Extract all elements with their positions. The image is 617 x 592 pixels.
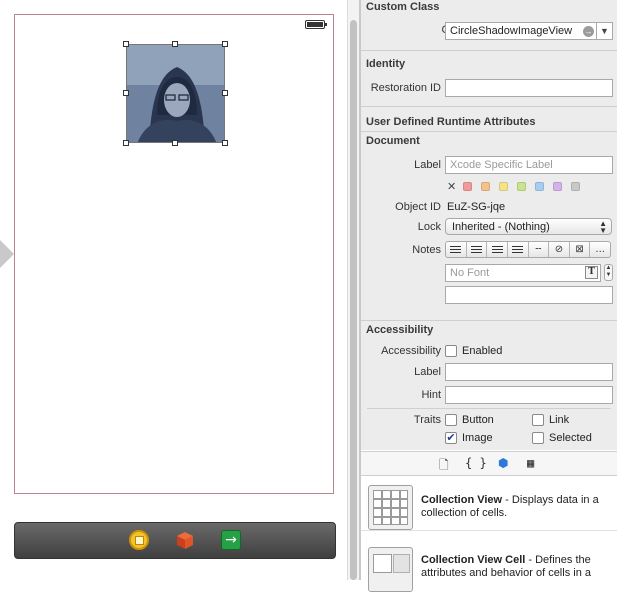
view-controller-scene[interactable]	[14, 14, 334, 494]
collection-view-cell-icon	[368, 547, 413, 592]
font-placeholder: No Font	[450, 267, 490, 279]
media-library-icon[interactable]: ▦	[527, 456, 534, 470]
object-library-list: Collection View - Displays data in a col…	[361, 476, 617, 592]
circle-shadow-image-view[interactable]	[126, 44, 225, 143]
identity-inspector: Custom Class Class CircleShadowImageView…	[361, 0, 617, 450]
class-dropdown-chevron-icon[interactable]: ▼	[596, 23, 612, 39]
scene-dock	[14, 522, 336, 559]
list-item-text: Collection View - Displays data in a col…	[421, 494, 613, 520]
resize-handle-right[interactable]	[222, 90, 228, 96]
align-justify-icon[interactable]	[508, 242, 529, 257]
canvas-scrollbar-thumb[interactable]	[350, 20, 357, 580]
divider	[367, 408, 611, 409]
custom-class-section-title: Custom Class	[366, 1, 440, 13]
label-color-orange[interactable]	[481, 182, 490, 191]
accessibility-section-title: Accessibility	[366, 324, 434, 336]
exit-icon[interactable]	[221, 530, 241, 550]
align-center-icon[interactable]	[467, 242, 488, 257]
first-responder-cube-icon[interactable]	[175, 530, 195, 550]
storyboard-canvas[interactable]	[0, 0, 347, 580]
canvas-scrollbar[interactable]	[347, 0, 359, 580]
list-item[interactable]: Collection View Cell - Defines the attri…	[361, 531, 617, 592]
identity-section-title: Identity	[366, 58, 406, 70]
code-snippet-icon[interactable]: { }	[465, 456, 487, 470]
trait-selected-label: Selected	[549, 432, 592, 444]
notes-text-field[interactable]	[445, 286, 613, 304]
lock-label: Lock	[417, 221, 441, 233]
resize-handle-bottom-left[interactable]	[123, 140, 129, 146]
view-controller-icon[interactable]	[129, 530, 149, 550]
object-id-label: Object ID	[395, 201, 441, 213]
battery-icon	[305, 20, 327, 29]
font-picker-icon[interactable]: T	[585, 266, 598, 279]
trait-link-checkbox[interactable]	[532, 414, 544, 426]
label-color-yellow[interactable]	[499, 182, 508, 191]
document-section-title: Document	[366, 135, 420, 147]
resize-handle-bottom[interactable]	[172, 140, 178, 146]
align-natural-icon[interactable]: ╌	[529, 242, 550, 257]
popup-arrows-icon: ▲ ▼	[599, 219, 607, 235]
collection-view-icon	[368, 485, 413, 530]
runtime-attributes-section-title: User Defined Runtime Attributes	[366, 116, 536, 128]
resize-handle-left[interactable]	[123, 90, 129, 96]
font-size-stepper[interactable]: ▲ ▼	[604, 264, 613, 281]
label-color-blue[interactable]	[535, 182, 544, 191]
divider	[361, 320, 617, 321]
label-color-purple[interactable]	[553, 182, 562, 191]
clear-label-color-icon[interactable]: ✕	[447, 180, 456, 193]
trait-selected-checkbox[interactable]	[532, 432, 544, 444]
trait-image-checkbox[interactable]: ✔	[445, 432, 457, 444]
divider	[361, 131, 617, 132]
resize-handle-top[interactable]	[172, 41, 178, 47]
resize-handle-top-left[interactable]	[123, 41, 129, 47]
label-color-gray[interactable]	[571, 182, 580, 191]
file-template-icon[interactable]: 🗋	[439, 456, 449, 477]
notes-label: Notes	[412, 244, 441, 256]
no-background-color-icon[interactable]: ⊠	[570, 242, 591, 257]
accessibility-label: Accessibility	[381, 345, 441, 357]
restoration-id-field[interactable]	[445, 79, 613, 97]
go-to-class-icon[interactable]: →	[583, 26, 594, 37]
accessibility-label-label: Label	[414, 366, 441, 378]
initial-scene-arrow-icon	[0, 240, 14, 268]
traits-label: Traits	[413, 414, 441, 426]
label-color-red[interactable]	[463, 182, 472, 191]
resize-handle-top-right[interactable]	[222, 41, 228, 47]
notes-format-segmented-control: ╌ ⊘ ⊠ ...	[445, 241, 611, 258]
person-photo	[127, 45, 224, 142]
trait-button-checkbox[interactable]	[445, 414, 457, 426]
list-item-title: Collection View Cell	[421, 554, 526, 566]
restoration-id-label: Restoration ID	[370, 82, 441, 94]
trait-button-label: Button	[462, 414, 494, 426]
accessibility-hint-field[interactable]	[445, 386, 613, 404]
object-id-value: EuZ-SG-jqe	[447, 201, 506, 213]
label-color-green[interactable]	[517, 182, 526, 191]
list-item[interactable]: Collection View - Displays data in a col…	[361, 476, 617, 531]
object-library-icon[interactable]: ⬢	[498, 456, 508, 470]
library-tab-bar: 🗋 { } ⬢ ▦	[361, 451, 617, 476]
hint-label: Hint	[421, 389, 441, 401]
more-options-button[interactable]: ...	[590, 242, 610, 257]
divider	[361, 50, 617, 51]
list-item-title: Collection View	[421, 494, 503, 506]
document-label-label: Label	[414, 159, 441, 171]
accessibility-enabled-checkbox[interactable]	[445, 345, 457, 357]
class-value: CircleShadowImageView	[450, 25, 573, 37]
resize-handle-bottom-right[interactable]	[222, 140, 228, 146]
class-combo-box[interactable]: CircleShadowImageView → ▼	[445, 22, 613, 40]
accessibility-label-field[interactable]	[445, 363, 613, 381]
align-left-icon[interactable]	[446, 242, 467, 257]
lock-value: Inherited - (Nothing)	[452, 221, 550, 233]
divider	[361, 106, 617, 107]
enabled-label: Enabled	[462, 345, 503, 357]
notes-font-field[interactable]: No Font T	[445, 264, 601, 282]
xcode-label-field[interactable]: Xcode Specific Label	[445, 156, 613, 174]
more-options-label: ...	[595, 244, 605, 255]
no-text-color-icon[interactable]: ⊘	[549, 242, 570, 257]
lock-popup[interactable]: Inherited - (Nothing) ▲ ▼	[445, 218, 612, 235]
list-item-text: Collection View Cell - Defines the attri…	[421, 554, 613, 580]
trait-image-label: Image	[462, 432, 493, 444]
align-right-icon[interactable]	[487, 242, 508, 257]
trait-link-label: Link	[549, 414, 570, 426]
